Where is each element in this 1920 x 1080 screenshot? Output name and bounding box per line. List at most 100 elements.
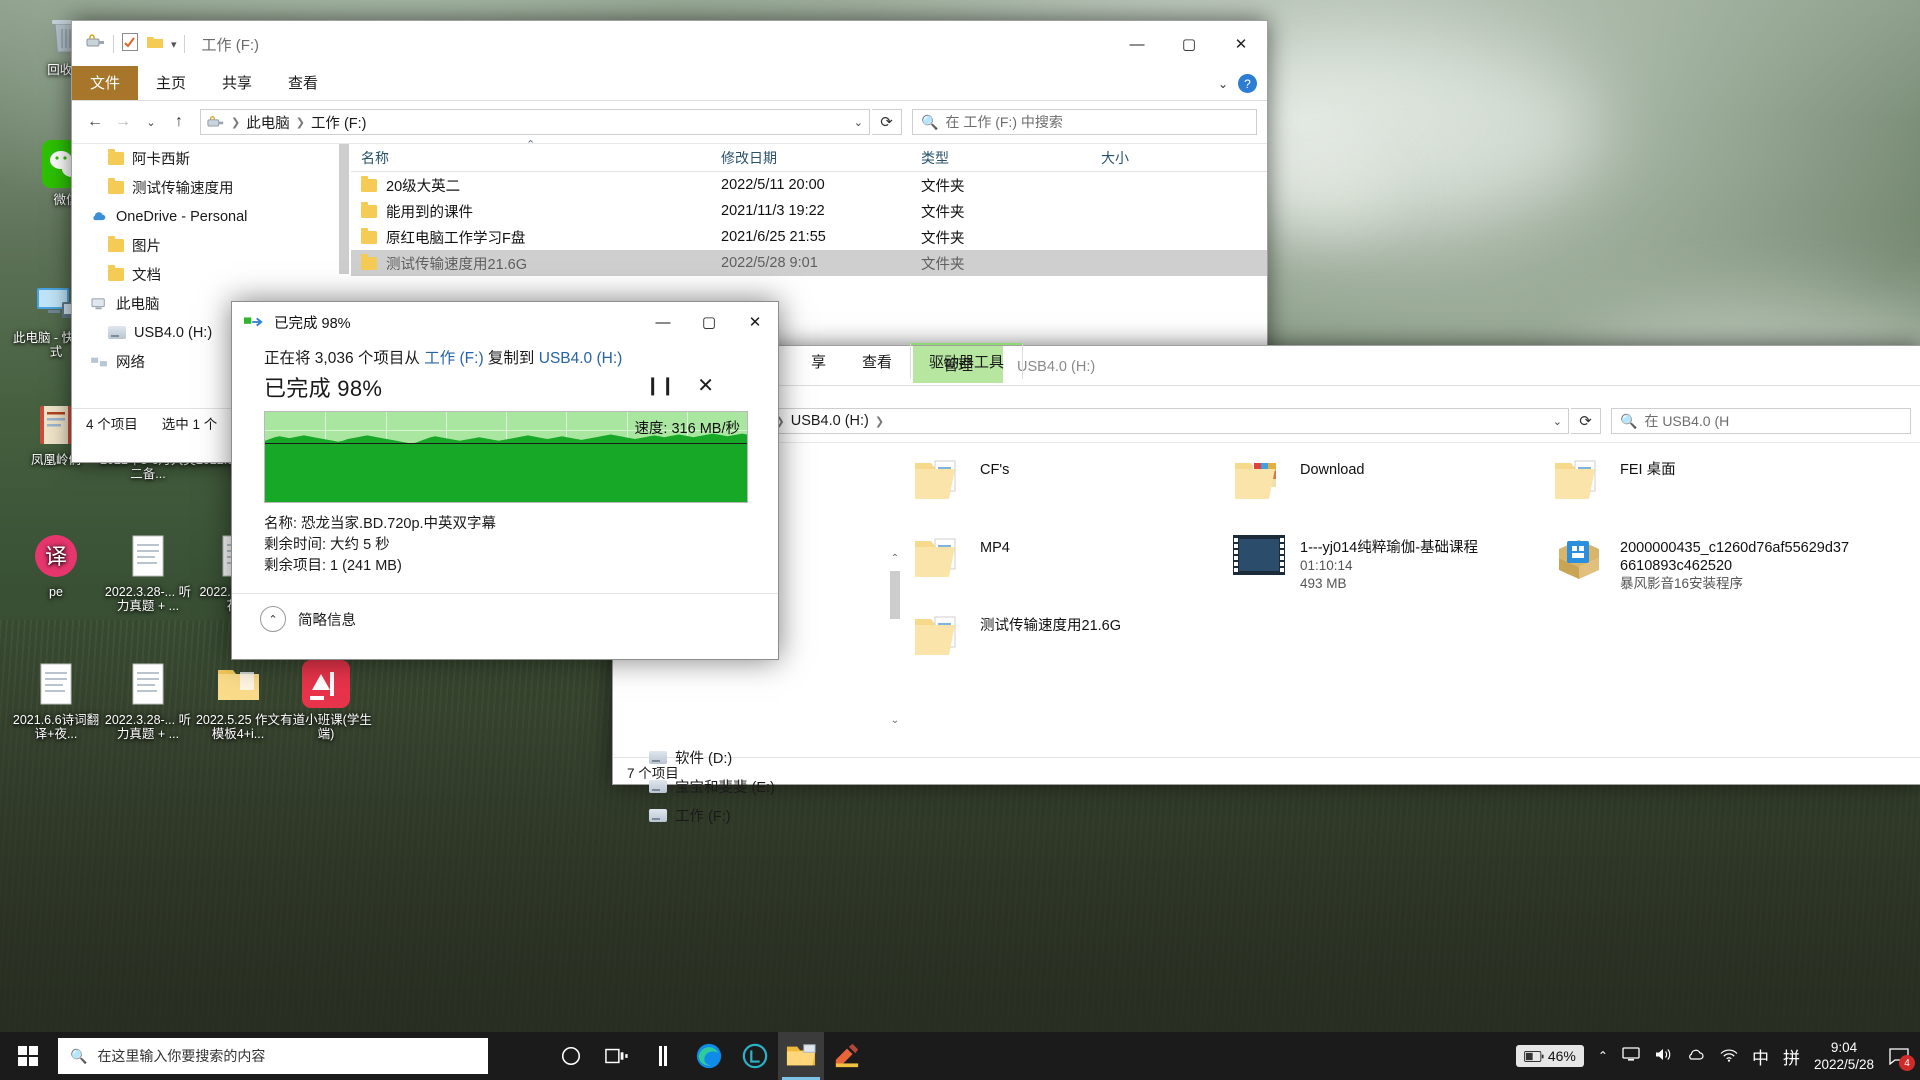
column-headers-f[interactable]: 名称 修改日期 类型 大小 <box>351 144 1267 172</box>
table-row[interactable]: 原红电脑工作学习F盘 2021/6/25 21:55 文件夹 <box>351 224 1267 250</box>
table-row[interactable]: 能用到的课件 2021/11/3 19:22 文件夹 <box>351 198 1267 224</box>
dialog-maximize-button[interactable]: ▢ <box>686 302 732 342</box>
ribbon-tab-file[interactable]: 文件 <box>72 66 139 100</box>
file-tile[interactable]: 2000000435_c1260d76af55629d376610893c462… <box>1552 535 1852 591</box>
dialog-window-controls[interactable]: — ▢ ✕ <box>640 302 778 342</box>
file-tiles-h[interactable]: CF's Download FEI 桌面 MP4 1---yj014纯粹瑜伽-基础课程 0… <box>902 443 1920 757</box>
ribbon-tab-home[interactable]: 主页 <box>138 66 204 100</box>
close-button[interactable]: ✕ <box>1215 21 1267 67</box>
nav-pane-scrollbar-h[interactable]: ⌃ ⌄ <box>888 443 902 757</box>
ribbon-tab-drive-tools[interactable]: 驱动器工具 <box>910 343 1024 379</box>
ribbon-right-controls[interactable]: ⌄ ? <box>1218 74 1257 93</box>
breadcrumb-drive-h[interactable]: USB4.0 (H:) <box>791 413 869 429</box>
ribbon-tabs-h[interactable]: 管理 USB4.0 (H:) 享 查看 驱动器工具 <box>613 343 1920 386</box>
recent-locations-button[interactable]: ⌄ <box>138 109 164 135</box>
nav-item-4[interactable]: 文档 <box>72 260 337 289</box>
up-button[interactable]: ↑ <box>166 109 192 135</box>
ime-mode-icon[interactable]: 拼 <box>1783 1044 1800 1069</box>
taskbar-clock[interactable]: 9:04 2022/5/28 <box>1814 1039 1874 1073</box>
folder-icon[interactable] <box>146 34 164 54</box>
file-tile[interactable]: CF's <box>912 457 1212 513</box>
pause-icon[interactable]: ❙❙ <box>645 375 675 396</box>
desktop-icon-doc-listening-1[interactable]: 2022.3.28-... 听力真题 + ... <box>100 532 196 613</box>
desktop-icon-doc-listening-2[interactable]: 2022.3.28-... 听力真题 + ... <box>100 660 196 741</box>
maximize-button[interactable]: ▢ <box>1163 21 1215 67</box>
column-header-1[interactable]: 修改日期 <box>711 148 911 168</box>
desktop-icon-folder-template[interactable]: 2022.5.25 作文模板4+i... <box>190 660 286 741</box>
ime-language-icon[interactable]: 中 <box>1752 1044 1769 1069</box>
monitor-icon[interactable] <box>1622 1047 1640 1065</box>
dialog-minimize-button[interactable]: — <box>640 302 686 342</box>
copy-progress-dialog[interactable]: 已完成 98% — ▢ ✕ 正在将 3,036 个项目从 工作 (F:) 复制到… <box>231 301 779 660</box>
dialog-titlebar[interactable]: 已完成 98% — ▢ ✕ <box>232 302 778 342</box>
window-controls[interactable]: — ▢ ✕ <box>1111 21 1267 67</box>
refresh-button[interactable]: ⟳ <box>872 109 902 135</box>
nav-item-h-2[interactable]: 工作 (F:) <box>613 801 888 830</box>
ribbon-tab-view[interactable]: 查看 <box>270 66 336 100</box>
window-titlebar[interactable]: ▾ 工作 (F:) — ▢ ✕ <box>72 21 1267 67</box>
start-button[interactable] <box>0 1032 56 1080</box>
file-tile[interactable]: Download <box>1232 457 1532 513</box>
file-tile[interactable]: 测试传输速度用21.6G <box>912 613 1212 669</box>
dialog-footer[interactable]: ⌃ 简略信息 <box>232 593 778 632</box>
table-row[interactable]: 测试传输速度用21.6G 2022/5/28 9:01 文件夹 <box>351 250 1267 276</box>
nav-item-2[interactable]: OneDrive - Personal <box>72 202 337 231</box>
file-tile[interactable]: 1---yj014纯粹瑜伽-基础课程 01:10:14 493 MB <box>1232 535 1532 591</box>
taskbar-search-box[interactable]: 🔍 在这里输入你要搜索的内容 <box>58 1038 488 1074</box>
address-bar[interactable]: ❯ 此电脑 ❯ 工作 (F:) ⌄ <box>200 109 870 135</box>
nav-item-0[interactable]: 阿卡西斯 <box>72 144 337 173</box>
scroll-up-arrow[interactable]: ⌃ <box>888 553 902 571</box>
widget-icon[interactable] <box>640 1032 686 1080</box>
usb-drive-icon[interactable] <box>86 33 106 55</box>
column-header-2[interactable]: 类型 <box>911 148 1091 168</box>
desktop-icon-youdao-pe[interactable]: 译 pe <box>8 532 104 599</box>
cortana-icon[interactable] <box>548 1032 594 1080</box>
ribbon-tab-share[interactable]: 共享 <box>204 66 270 100</box>
file-rows-f[interactable]: 20级大英二 2022/5/11 20:00 文件夹 能用到的课件 2021/11/3 … <box>351 172 1267 276</box>
address-dropdown-icon-h[interactable]: ⌄ <box>1553 415 1562 428</box>
ribbon-tab-view-h[interactable]: 查看 <box>844 345 910 379</box>
help-icon[interactable]: ? <box>1238 74 1257 93</box>
tray-chevron-icon[interactable]: ⌃ <box>1598 1049 1608 1063</box>
ribbon-tabs-f[interactable]: 文件 主页 共享 查看 ⌄ ? <box>72 66 1267 101</box>
search-box-h[interactable]: 🔍 在 USB4.0 (H <box>1611 408 1911 434</box>
nav-item-1[interactable]: 测试传输速度用 <box>72 173 337 202</box>
file-explorer-icon[interactable] <box>778 1032 824 1080</box>
desktop-icon-poem-translate[interactable]: 2021.6.6诗词翻译+夜... <box>8 660 104 741</box>
speaker-icon[interactable] <box>1654 1047 1672 1065</box>
navigation-bar-f[interactable]: ← → ⌄ ↑ ❯ 此电脑 ❯ 工作 (F:) ⌄ ⟳ 🔍 在 工作 (F:) … <box>72 101 1267 143</box>
column-header-3[interactable]: 大小 <box>1091 148 1211 168</box>
dialog-close-button[interactable]: ✕ <box>732 302 778 342</box>
breadcrumb-drive-f[interactable]: 工作 (F:) <box>311 112 367 133</box>
less-details-label[interactable]: 简略信息 <box>298 609 356 630</box>
nav-item-3[interactable]: 图片 <box>72 231 337 260</box>
task-view-icon[interactable] <box>594 1032 640 1080</box>
search-box-f[interactable]: 🔍 在 工作 (F:) 中搜索 <box>912 109 1257 135</box>
scroll-down-arrow[interactable]: ⌄ <box>888 715 902 733</box>
ribbon-tab-share-h[interactable]: 享 <box>793 345 844 379</box>
quick-access-toolbar[interactable]: ▾ 工作 (F:) <box>72 32 259 56</box>
desktop-icon-youdao-class[interactable]: 有道小班课(学生端) <box>278 660 374 741</box>
minimize-button[interactable]: — <box>1111 21 1163 67</box>
notification-center-icon[interactable]: 4 <box>1888 1045 1915 1071</box>
back-button[interactable]: ← <box>82 109 108 135</box>
destination-link[interactable]: USB4.0 (H:) <box>539 350 623 367</box>
taskbar[interactable]: 🔍 在这里输入你要搜索的内容 46% ⌃ 中 拼 9:04 2022/5/28 … <box>0 1032 1920 1080</box>
dialog-transfer-controls[interactable]: ❙❙ ✕ <box>645 373 714 398</box>
file-tile[interactable]: MP4 <box>912 535 1212 591</box>
breadcrumb-this-pc[interactable]: 此电脑 <box>246 112 290 133</box>
file-tile[interactable]: FEI 桌面 <box>1552 457 1852 513</box>
battery-indicator[interactable]: 46% <box>1515 1045 1584 1067</box>
address-bar-h[interactable]: 此电脑 ❯ USB4.0 (H:) ❯ ⌄ <box>695 408 1569 434</box>
ribbon-expand-icon[interactable]: ⌄ <box>1218 77 1228 91</box>
chevron-up-icon[interactable]: ⌃ <box>260 606 286 632</box>
paint-icon[interactable] <box>824 1032 870 1080</box>
network-icon[interactable] <box>1720 1048 1738 1065</box>
address-dropdown-icon[interactable]: ⌄ <box>854 116 863 129</box>
system-tray[interactable]: 46% ⌃ 中 拼 9:04 2022/5/28 4 <box>1515 1039 1920 1073</box>
cancel-icon[interactable]: ✕ <box>697 373 714 398</box>
forward-button[interactable]: → <box>110 109 136 135</box>
checklist-icon[interactable] <box>121 32 139 56</box>
refresh-button-h[interactable]: ⟳ <box>1571 408 1601 434</box>
taskbar-icons[interactable] <box>548 1032 870 1080</box>
